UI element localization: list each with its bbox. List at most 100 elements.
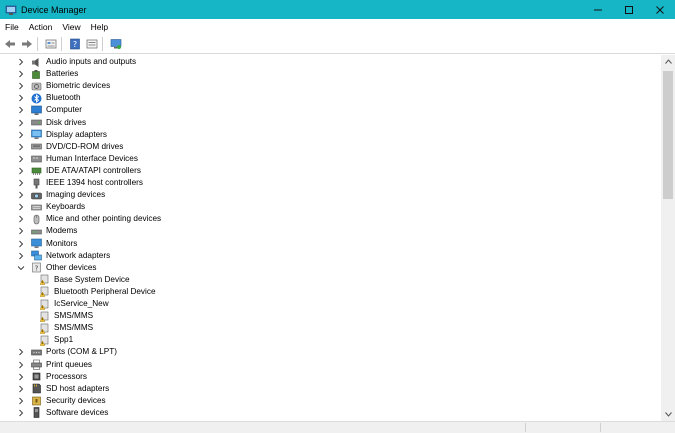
tree-category-label: Disk drives: [46, 117, 87, 127]
chevron-right-icon[interactable]: [17, 179, 25, 187]
chevron-right-icon[interactable]: [17, 143, 25, 151]
maximize-icon[interactable]: [613, 0, 644, 19]
tree-category[interactable]: Mice and other pointing devices: [17, 213, 161, 225]
chevron-right-icon[interactable]: [17, 348, 25, 356]
hid-icon: [31, 153, 42, 164]
svg-text:?: ?: [73, 40, 77, 49]
chevron-right-icon[interactable]: [17, 373, 25, 381]
tree-category[interactable]: Human Interface Devices: [17, 153, 138, 165]
biometric-icon: [31, 81, 42, 92]
chevron-right-icon[interactable]: [17, 361, 25, 369]
vertical-scrollbar[interactable]: [661, 55, 675, 421]
tree-category-label: Keyboards: [46, 202, 86, 212]
chevron-right-icon[interactable]: [17, 227, 25, 235]
chevron-right-icon[interactable]: [17, 203, 25, 211]
tree-device-label: Bluetooth Peripheral Device: [54, 286, 156, 296]
tree-device[interactable]: Bluetooth Peripheral Device: [39, 286, 156, 298]
scrollbar-thumb[interactable]: [663, 71, 673, 199]
tree-category-label: Mice and other pointing devices: [46, 214, 162, 224]
back-arrow-icon[interactable]: [3, 37, 17, 51]
menu-help[interactable]: Help: [86, 22, 113, 32]
tree-device[interactable]: SMS/MMS: [39, 310, 93, 322]
tree-category[interactable]: Print queues: [17, 359, 92, 371]
tree-category-label: Batteries: [46, 69, 79, 79]
tree-category-label: IEEE 1394 host controllers: [46, 178, 143, 187]
chevron-right-icon[interactable]: [17, 106, 25, 114]
chevron-right-icon[interactable]: [17, 167, 25, 175]
chevron-right-icon[interactable]: [17, 94, 25, 102]
tree-device[interactable]: IcService_New: [39, 298, 109, 310]
computer-icon: [31, 105, 42, 116]
firewire-icon: [31, 178, 42, 189]
tree-category[interactable]: Bluetooth: [17, 92, 81, 104]
chevron-right-icon[interactable]: [17, 385, 25, 393]
battery-icon: [31, 69, 42, 80]
tree-device[interactable]: Base System Device: [39, 274, 130, 286]
chevron-right-icon[interactable]: [17, 155, 25, 163]
tree-category[interactable]: Network adapters: [17, 250, 110, 262]
tree-category[interactable]: IDE ATA/ATAPI controllers: [17, 165, 141, 177]
tree-category[interactable]: Software devices: [17, 407, 108, 419]
properties-icon[interactable]: [44, 37, 58, 51]
chevron-right-icon[interactable]: [17, 119, 25, 127]
tree-category[interactable]: Computer: [17, 104, 82, 116]
chevron-right-icon[interactable]: [17, 58, 25, 66]
tree-category[interactable]: Display adapters: [17, 129, 107, 141]
tree-category[interactable]: Disk drives: [17, 117, 86, 129]
close-icon[interactable]: [644, 0, 675, 19]
chevron-right-icon[interactable]: [17, 215, 25, 223]
minimize-icon[interactable]: [582, 0, 613, 19]
tree-category[interactable]: Monitors: [17, 238, 77, 250]
scroll-up-icon[interactable]: [661, 55, 675, 68]
help-icon[interactable]: ?: [68, 37, 82, 51]
tree-category[interactable]: Keyboards: [17, 201, 85, 213]
tree-category[interactable]: Ports (COM & LPT): [17, 346, 117, 358]
printer-icon: [31, 359, 42, 370]
tree-category-label: Processors: [46, 371, 87, 381]
chevron-right-icon[interactable]: [17, 409, 25, 417]
menu-view[interactable]: View: [57, 22, 85, 32]
chevron-right-icon[interactable]: [17, 240, 25, 248]
tree-device-label: Spp1: [54, 335, 74, 345]
modem-icon: [31, 226, 42, 237]
device-tree[interactable]: Audio inputs and outputs Batteries Biometr…: [0, 55, 661, 421]
svg-text:?: ?: [35, 264, 39, 272]
chevron-down-icon[interactable]: [17, 264, 25, 272]
status-bar: [0, 421, 675, 433]
show-hidden-icon[interactable]: [85, 37, 99, 51]
sd-card-icon: [31, 383, 42, 394]
tree-category[interactable]: Batteries: [17, 68, 78, 80]
tree-category-label: Network adapters: [46, 250, 111, 260]
tree-category[interactable]: Biometric devices: [17, 80, 110, 92]
menu-bar: File Action View Help: [0, 19, 675, 34]
title-bar[interactable]: Device Manager: [0, 0, 675, 19]
network-icon: [31, 250, 42, 261]
chevron-right-icon[interactable]: [17, 82, 25, 90]
menu-action[interactable]: Action: [24, 22, 58, 32]
monitor-scan-icon[interactable]: [109, 37, 123, 51]
tree-category[interactable]: Security devices: [17, 395, 106, 407]
tree-category-label: Human Interface Devices: [46, 153, 138, 163]
tree-category[interactable]: Audio inputs and outputs: [17, 56, 136, 68]
tree-category-label: Security devices: [46, 395, 106, 405]
chevron-right-icon[interactable]: [17, 397, 25, 405]
tree-category-label: Imaging devices: [46, 190, 106, 200]
chevron-right-icon[interactable]: [17, 70, 25, 78]
tree-category[interactable]: Processors: [17, 371, 87, 383]
tree-category[interactable]: DVD/CD-ROM drives: [17, 141, 123, 153]
chevron-right-icon[interactable]: [17, 252, 25, 260]
tree-category[interactable]: ? Other devices: [17, 262, 97, 274]
tree-device[interactable]: SMS/MMS: [39, 322, 93, 334]
tree-device[interactable]: Spp1: [39, 334, 73, 346]
tree-category[interactable]: SD host adapters: [17, 383, 109, 395]
chevron-right-icon[interactable]: [17, 191, 25, 199]
menu-file[interactable]: File: [0, 22, 24, 32]
tree-category[interactable]: IEEE 1394 host controllers: [17, 177, 143, 189]
tree-category[interactable]: Modems: [17, 225, 77, 237]
chevron-right-icon[interactable]: [17, 131, 25, 139]
warning-device-icon: [39, 286, 50, 298]
tree-category[interactable]: Imaging devices: [17, 189, 105, 201]
forward-arrow-icon[interactable]: [20, 37, 34, 51]
scroll-down-icon[interactable]: [661, 408, 675, 421]
tree-device-label: SMS/MMS: [54, 323, 94, 333]
